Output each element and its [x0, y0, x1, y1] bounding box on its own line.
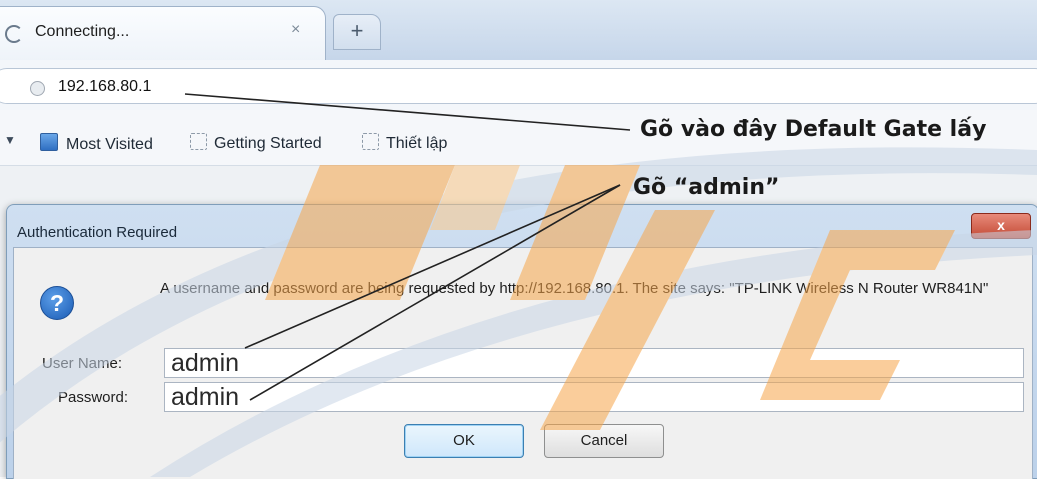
url-field[interactable] — [0, 68, 1037, 104]
bookmark-most-visited[interactable]: Most Visited — [40, 133, 153, 154]
bookmark-thiet-lap[interactable]: Thiết lập — [362, 133, 447, 153]
question-icon: ? — [40, 286, 74, 320]
auth-message: A username and password are being reques… — [160, 280, 989, 297]
bookmark-icon — [362, 133, 379, 150]
bookmark-label: Thiết lập — [386, 135, 448, 152]
new-tab-button[interactable]: + — [333, 14, 381, 50]
auth-dialog: Authentication Required x ? A username a… — [6, 204, 1037, 479]
chevron-down-icon[interactable]: ▼ — [4, 133, 16, 147]
loading-spinner-icon — [5, 25, 23, 43]
admin-annotation: Gõ “admin” — [633, 175, 780, 200]
ok-button[interactable]: OK — [404, 424, 524, 458]
tab-strip: Connecting... × + — [0, 0, 1037, 61]
navigation-bar — [0, 60, 1037, 111]
browser-tab[interactable]: Connecting... × — [0, 6, 326, 61]
dialog-title: Authentication Required — [17, 224, 178, 241]
password-label: Password: — [58, 389, 129, 406]
username-label: User Name: — [42, 355, 123, 372]
password-field[interactable]: admin — [164, 382, 1024, 412]
most-visited-icon — [40, 133, 58, 151]
tab-title: Connecting... — [35, 23, 130, 40]
bookmark-getting-started[interactable]: Getting Started — [190, 133, 322, 153]
close-button[interactable]: x — [971, 213, 1031, 239]
bookmark-label: Most Visited — [66, 136, 153, 153]
default-gateway-annotation: Gõ vào đây Default Gate lấy — [640, 117, 987, 142]
tab-close-icon[interactable]: × — [291, 21, 300, 39]
globe-icon — [30, 81, 45, 96]
cancel-button[interactable]: Cancel — [544, 424, 664, 458]
bookmark-icon — [190, 133, 207, 150]
url-text[interactable]: 192.168.80.1 — [58, 78, 151, 96]
dialog-body: ? A username and password are being requ… — [13, 247, 1033, 479]
bookmark-label: Getting Started — [214, 135, 322, 152]
username-field[interactable]: admin — [164, 348, 1024, 378]
